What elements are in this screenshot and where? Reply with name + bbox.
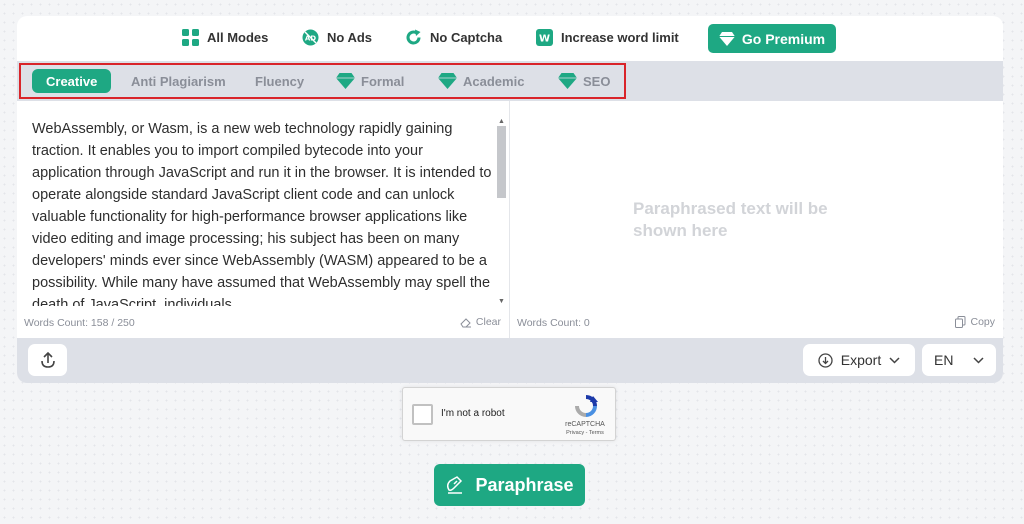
chevron-down-icon bbox=[889, 356, 900, 364]
input-pane: WebAssembly, or Wasm, is a new web techn… bbox=[17, 101, 510, 338]
clear-button[interactable]: Clear bbox=[460, 316, 501, 328]
input-footer: Words Count: 158 / 250 Clear bbox=[17, 315, 509, 335]
mode-tab-formal[interactable]: Formal bbox=[336, 69, 404, 93]
mode-label: Creative bbox=[46, 73, 98, 89]
diamond-icon bbox=[336, 73, 355, 89]
paraphrase-button[interactable]: Paraphrase bbox=[434, 464, 585, 506]
diamond-icon bbox=[718, 31, 735, 46]
input-textarea[interactable]: WebAssembly, or Wasm, is a new web techn… bbox=[32, 118, 492, 306]
modes-bar: Creative Anti Plagiarism Fluency Formal … bbox=[17, 61, 1003, 101]
output-footer: Words Count: 0 Copy bbox=[510, 315, 1003, 335]
output-word-count: Words Count: 0 bbox=[517, 317, 590, 329]
output-pane: Paraphrased text will be shown here Word… bbox=[510, 101, 1003, 338]
mode-tab-academic[interactable]: Academic bbox=[438, 69, 524, 93]
diamond-icon bbox=[438, 73, 457, 89]
recaptcha-links[interactable]: Privacy - Terms bbox=[555, 429, 615, 438]
language-value: EN bbox=[934, 352, 954, 368]
scroll-thumb[interactable] bbox=[497, 126, 506, 198]
download-icon bbox=[818, 352, 833, 368]
feature-label: No Captcha bbox=[430, 30, 503, 45]
upload-button[interactable] bbox=[28, 344, 67, 376]
paraphrase-icon bbox=[445, 475, 465, 495]
recaptcha-brand: reCAPTCHA bbox=[565, 421, 605, 428]
feature-all-modes: All Modes bbox=[182, 29, 268, 46]
word-icon: W bbox=[536, 29, 553, 46]
copy-button[interactable]: Copy bbox=[955, 316, 995, 328]
scroll-down-arrow[interactable]: ▼ bbox=[495, 296, 508, 306]
features-bar: All Modes AD No Ads No Captcha W Increas… bbox=[17, 16, 1003, 61]
no-ads-icon: AD bbox=[302, 29, 319, 46]
input-word-count: Words Count: 158 / 250 bbox=[24, 317, 135, 329]
mode-label: Fluency bbox=[255, 73, 305, 89]
recaptcha-branding: reCAPTCHA Privacy - Terms bbox=[555, 420, 615, 438]
mode-label: SEO bbox=[583, 73, 611, 89]
go-premium-button[interactable]: Go Premium bbox=[708, 24, 836, 53]
mode-tab-fluency[interactable]: Fluency bbox=[255, 69, 304, 93]
paraphraser-card: All Modes AD No Ads No Captcha W Increas… bbox=[17, 16, 1003, 383]
feature-no-captcha: No Captcha bbox=[405, 29, 502, 46]
paraphrase-label: Paraphrase bbox=[475, 474, 574, 495]
recaptcha-widget: I'm not a robot reCAPTCHA Privacy - Term… bbox=[402, 387, 616, 441]
copy-icon bbox=[955, 316, 966, 328]
upload-icon bbox=[39, 351, 57, 369]
export-label: Export bbox=[840, 352, 882, 368]
feature-increase-word-limit: W Increase word limit bbox=[536, 29, 679, 46]
go-premium-label: Go Premium bbox=[741, 30, 826, 47]
grid-icon bbox=[182, 29, 199, 46]
feature-label: All Modes bbox=[207, 30, 269, 45]
mode-tab-anti-plagiarism[interactable]: Anti Plagiarism bbox=[131, 69, 226, 93]
copy-label: Copy bbox=[970, 316, 995, 328]
eraser-icon bbox=[460, 317, 472, 328]
recaptcha-logo-icon bbox=[568, 394, 604, 423]
clear-label: Clear bbox=[475, 316, 501, 328]
feature-label: Increase word limit bbox=[561, 30, 679, 45]
diamond-icon bbox=[558, 73, 577, 89]
scroll-up-arrow[interactable]: ▲ bbox=[495, 116, 508, 126]
editor-panes: WebAssembly, or Wasm, is a new web techn… bbox=[17, 101, 1003, 338]
recaptcha-checkbox[interactable] bbox=[412, 404, 433, 425]
bottom-toolbar: Export EN bbox=[17, 338, 1003, 383]
mode-tab-seo[interactable]: SEO bbox=[558, 69, 610, 93]
feature-no-ads: AD No Ads bbox=[302, 29, 372, 46]
chevron-down-icon bbox=[973, 356, 984, 364]
input-scrollbar[interactable]: ▲ ▼ bbox=[495, 116, 508, 306]
svg-text:W: W bbox=[539, 34, 550, 45]
output-placeholder: Paraphrased text will be shown here bbox=[633, 199, 828, 240]
mode-label: Anti Plagiarism bbox=[131, 73, 226, 89]
feature-label: No Ads bbox=[327, 30, 373, 45]
recaptcha-label: I'm not a robot bbox=[441, 408, 505, 419]
mode-tab-creative[interactable]: Creative bbox=[32, 69, 112, 93]
language-select[interactable]: EN bbox=[922, 344, 996, 376]
refresh-icon bbox=[405, 29, 422, 46]
mode-label: Academic bbox=[463, 73, 525, 89]
export-button[interactable]: Export bbox=[803, 344, 915, 376]
mode-label: Formal bbox=[361, 73, 405, 89]
